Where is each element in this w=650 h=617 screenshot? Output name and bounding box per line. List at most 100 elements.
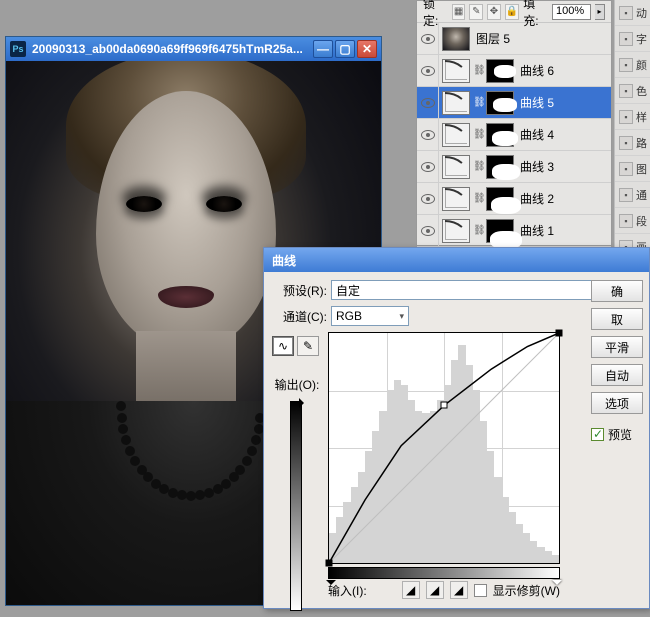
- curve-control-point[interactable]: [441, 402, 448, 409]
- visibility-toggle[interactable]: [417, 23, 439, 54]
- adjustment-thumb[interactable]: [442, 187, 470, 211]
- output-gradient[interactable]: [290, 401, 302, 611]
- panel-tab[interactable]: ▪通: [615, 182, 650, 208]
- layer-name: 曲线 6: [520, 62, 554, 79]
- link-icon: ⛓: [473, 65, 483, 76]
- visibility-toggle[interactable]: [417, 55, 439, 86]
- panel-tab[interactable]: ▪动: [615, 0, 650, 26]
- layer-name: 曲线 1: [520, 222, 554, 239]
- lock-move-icon[interactable]: ✥: [487, 4, 501, 20]
- layer-mask-thumb[interactable]: [486, 219, 514, 243]
- layers-lock-row: 锁定: ▦ ✎ ✥ 🔒 填充: 100% ▸: [417, 1, 611, 23]
- channel-row: 通道(C): RGB ▾: [272, 306, 641, 326]
- panel-tab[interactable]: ▪路: [615, 130, 650, 156]
- visibility-toggle[interactable]: [417, 151, 439, 182]
- channel-select[interactable]: RGB ▾: [331, 306, 409, 326]
- document-title: 20090313_ab00da0690a69ff969f6475hTmR25a.…: [32, 42, 313, 56]
- cancel-button[interactable]: 取: [591, 308, 643, 330]
- maximize-button[interactable]: ▢: [335, 40, 355, 58]
- layer-mask-thumb[interactable]: [486, 187, 514, 211]
- panel-tab[interactable]: ▪字: [615, 26, 650, 52]
- curves-dialog-title[interactable]: 曲线: [264, 248, 649, 272]
- white-dropper-icon[interactable]: ◢: [450, 581, 468, 599]
- link-icon: ⛓: [473, 225, 483, 236]
- panel-label: 通: [636, 187, 647, 203]
- layer-mask-thumb[interactable]: [486, 91, 514, 115]
- visibility-toggle[interactable]: [417, 183, 439, 214]
- layer-mask-thumb[interactable]: [486, 123, 514, 147]
- fill-dropdown-icon[interactable]: ▸: [595, 4, 605, 20]
- close-button[interactable]: ✕: [357, 40, 377, 58]
- curve-point-tool[interactable]: ∿: [272, 336, 294, 356]
- black-point-handle[interactable]: [326, 580, 336, 590]
- minimize-button[interactable]: —: [313, 40, 333, 58]
- adjustment-thumb[interactable]: [442, 91, 470, 115]
- input-gradient[interactable]: [328, 567, 560, 579]
- document-titlebar[interactable]: Ps 20090313_ab00da0690a69ff969f6475hTmR2…: [6, 37, 381, 61]
- layer-row[interactable]: ⛓曲线 5: [417, 87, 611, 119]
- panel-icon: ▪: [619, 188, 633, 202]
- preset-label: 预设(R):: [272, 282, 327, 299]
- preset-value: 自定: [336, 282, 360, 299]
- visibility-toggle[interactable]: [417, 119, 439, 150]
- preview-label: 预览: [608, 426, 632, 443]
- panel-label: 路: [636, 135, 647, 151]
- show-clipping-checkbox[interactable]: [474, 584, 487, 597]
- auto-button[interactable]: 自动: [591, 364, 643, 386]
- eye-icon: [421, 130, 435, 140]
- panel-label: 样: [636, 109, 647, 125]
- lock-brush-icon[interactable]: ✎: [469, 4, 483, 20]
- panel-icon: ▪: [619, 136, 633, 150]
- panel-label: 段: [636, 213, 647, 229]
- adjustment-thumb[interactable]: [442, 123, 470, 147]
- curves-graph[interactable]: [328, 332, 560, 564]
- preset-row: 预设(R): 自定 ▾ ≡: [272, 280, 641, 300]
- layer-row[interactable]: ⛓ 曲线 6: [417, 55, 611, 87]
- eye-icon: [421, 98, 435, 108]
- layer-row[interactable]: ⛓ 曲线 3: [417, 151, 611, 183]
- visibility-toggle[interactable]: [417, 215, 439, 246]
- visibility-toggle[interactable]: [417, 87, 439, 118]
- eye-icon: [421, 34, 435, 44]
- link-icon: ⛓: [473, 161, 483, 172]
- lock-transparent-icon[interactable]: ▦: [452, 4, 466, 20]
- layer-row[interactable]: ⛓ 曲线 1: [417, 215, 611, 247]
- eye-icon: [421, 162, 435, 172]
- gray-dropper-icon[interactable]: ◢: [426, 581, 444, 599]
- panel-tab[interactable]: ▪颜: [615, 52, 650, 78]
- layer-row[interactable]: ⛓曲线 2: [417, 183, 611, 215]
- options-button[interactable]: 选项: [591, 392, 643, 414]
- panel-tab[interactable]: ▪色: [615, 78, 650, 104]
- layer-mask-thumb[interactable]: [486, 59, 514, 83]
- layer-row[interactable]: ⛓曲线 4: [417, 119, 611, 151]
- fill-input[interactable]: 100%: [552, 4, 591, 20]
- preset-select[interactable]: 自定 ▾: [331, 280, 617, 300]
- panel-icon: ▪: [619, 162, 633, 176]
- panel-tab[interactable]: ▪段: [615, 208, 650, 234]
- lock-all-icon[interactable]: 🔒: [505, 4, 519, 20]
- right-panel-strip: ▪动▪字▪颜▪色▪样▪路▪图▪通▪段▪画: [614, 0, 650, 260]
- ok-button[interactable]: 确: [591, 280, 643, 302]
- chevron-down-icon: ▾: [399, 311, 404, 322]
- white-point-handle[interactable]: [552, 580, 562, 590]
- adjustment-thumb[interactable]: [442, 59, 470, 83]
- panel-tab[interactable]: ▪图: [615, 156, 650, 182]
- smooth-button[interactable]: 平滑: [591, 336, 643, 358]
- layer-mask-thumb[interactable]: [486, 155, 514, 179]
- black-dropper-icon[interactable]: ◢: [402, 581, 420, 599]
- adjustment-thumb[interactable]: [442, 155, 470, 179]
- curve-pencil-tool[interactable]: ✎: [297, 336, 319, 356]
- layer-name: 曲线 3: [520, 158, 554, 175]
- preview-checkbox[interactable]: [591, 428, 604, 441]
- layer-name: 曲线 2: [520, 190, 554, 207]
- panel-icon: ▪: [619, 84, 633, 98]
- adjustment-thumb[interactable]: [442, 219, 470, 243]
- panel-tab[interactable]: ▪样: [615, 104, 650, 130]
- layer-thumb[interactable]: [442, 27, 470, 51]
- curves-dialog: 曲线 预设(R): 自定 ▾ ≡ 通道(C): RGB ▾ ∿ ✎: [263, 247, 650, 609]
- panel-icon: ▪: [619, 58, 633, 72]
- curves-left-tools: ∿ ✎ 输出(O):: [272, 332, 322, 611]
- photoshop-badge-icon: Ps: [10, 41, 26, 57]
- link-icon: ⛓: [473, 129, 483, 140]
- layer-row[interactable]: 图层 5: [417, 23, 611, 55]
